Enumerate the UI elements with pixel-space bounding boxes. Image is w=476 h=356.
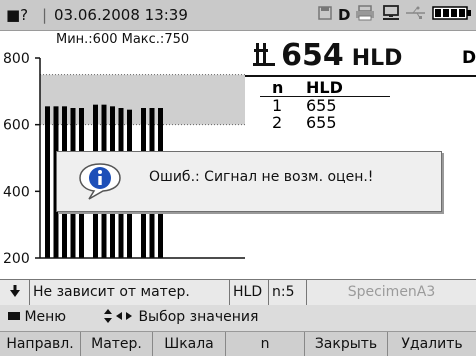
close-softkey[interactable]: Закрыть (305, 332, 388, 356)
y-tick-label: 200 (3, 251, 30, 267)
printer-icon (355, 5, 375, 25)
down-arrow-icon[interactable] (0, 280, 30, 305)
keyboard-key-icon (8, 312, 20, 320)
menu-button[interactable]: Меню (8, 309, 66, 325)
reading-value: 654 (281, 38, 344, 73)
scale-field[interactable]: HLD (230, 280, 269, 305)
softkey-bar: Направл. Матер. Шкала n Закрыть Удалить (0, 332, 476, 356)
table-row[interactable]: 1 655 (260, 97, 390, 114)
separator: | (42, 6, 48, 24)
save-icon (318, 5, 332, 24)
column-n: n (272, 78, 284, 97)
menu-bar: Меню Выбор значения (0, 305, 476, 332)
reading-divider (245, 75, 476, 77)
y-tick-label: 400 (3, 184, 30, 200)
navigation-arrows-icon (104, 309, 132, 323)
select-value-hint: Выбор значения (104, 309, 258, 325)
date-time: 03.06.2008 13:39 (54, 6, 188, 24)
menu-label: Меню (24, 309, 67, 325)
d-icon: D (338, 6, 351, 24)
error-dialog[interactable]: Ошиб.: Сигнал не возм. оцен.! (56, 151, 442, 212)
n-softkey[interactable]: n (226, 332, 305, 356)
column-hld: HLD (306, 78, 343, 97)
table-row[interactable]: 2 655 (260, 114, 390, 131)
y-tick-label: 600 (3, 118, 30, 134)
count-field[interactable]: n:5 (269, 280, 307, 305)
row-value: 655 (306, 113, 337, 132)
pc-connection-icon (381, 5, 401, 25)
usb-icon (405, 5, 427, 25)
min-max-label: Мин.:600 Макс.:750 (56, 32, 190, 47)
reading-unit: HLD (351, 46, 403, 71)
readings-table: n HLD 1 655 2 655 (260, 79, 390, 131)
row-n: 2 (272, 113, 283, 132)
delete-softkey[interactable]: Удалить (388, 332, 476, 356)
material-softkey[interactable]: Матер. (81, 332, 153, 356)
y-tick-label: 800 (3, 51, 30, 67)
battery-icon (432, 5, 472, 25)
chart-bar (45, 106, 50, 258)
info-icon (79, 163, 121, 200)
error-message: Ошиб.: Сигнал не возм. оцен.! (149, 169, 374, 185)
current-reading: 654 HLD (252, 38, 402, 73)
mode-indicator: ■? (6, 6, 29, 24)
direction-softkey[interactable]: Направл. (0, 332, 81, 356)
select-value-label: Выбор значения (138, 309, 259, 325)
probe-type-label: D (462, 48, 476, 68)
material-field[interactable]: Не зависит от матер. (30, 280, 230, 305)
row-n: 1 (272, 96, 283, 115)
status-bar: ■? | 03.06.2008 13:39 D (0, 0, 476, 31)
row-value: 655 (306, 96, 337, 115)
impact-device-icon (253, 43, 275, 66)
scale-softkey[interactable]: Шкала (153, 332, 226, 356)
info-bar: Не зависит от матер. HLD n:5 SpecimenA3 (0, 279, 476, 306)
table-header: n HLD (260, 79, 390, 97)
specimen-field: SpecimenA3 (347, 284, 436, 300)
